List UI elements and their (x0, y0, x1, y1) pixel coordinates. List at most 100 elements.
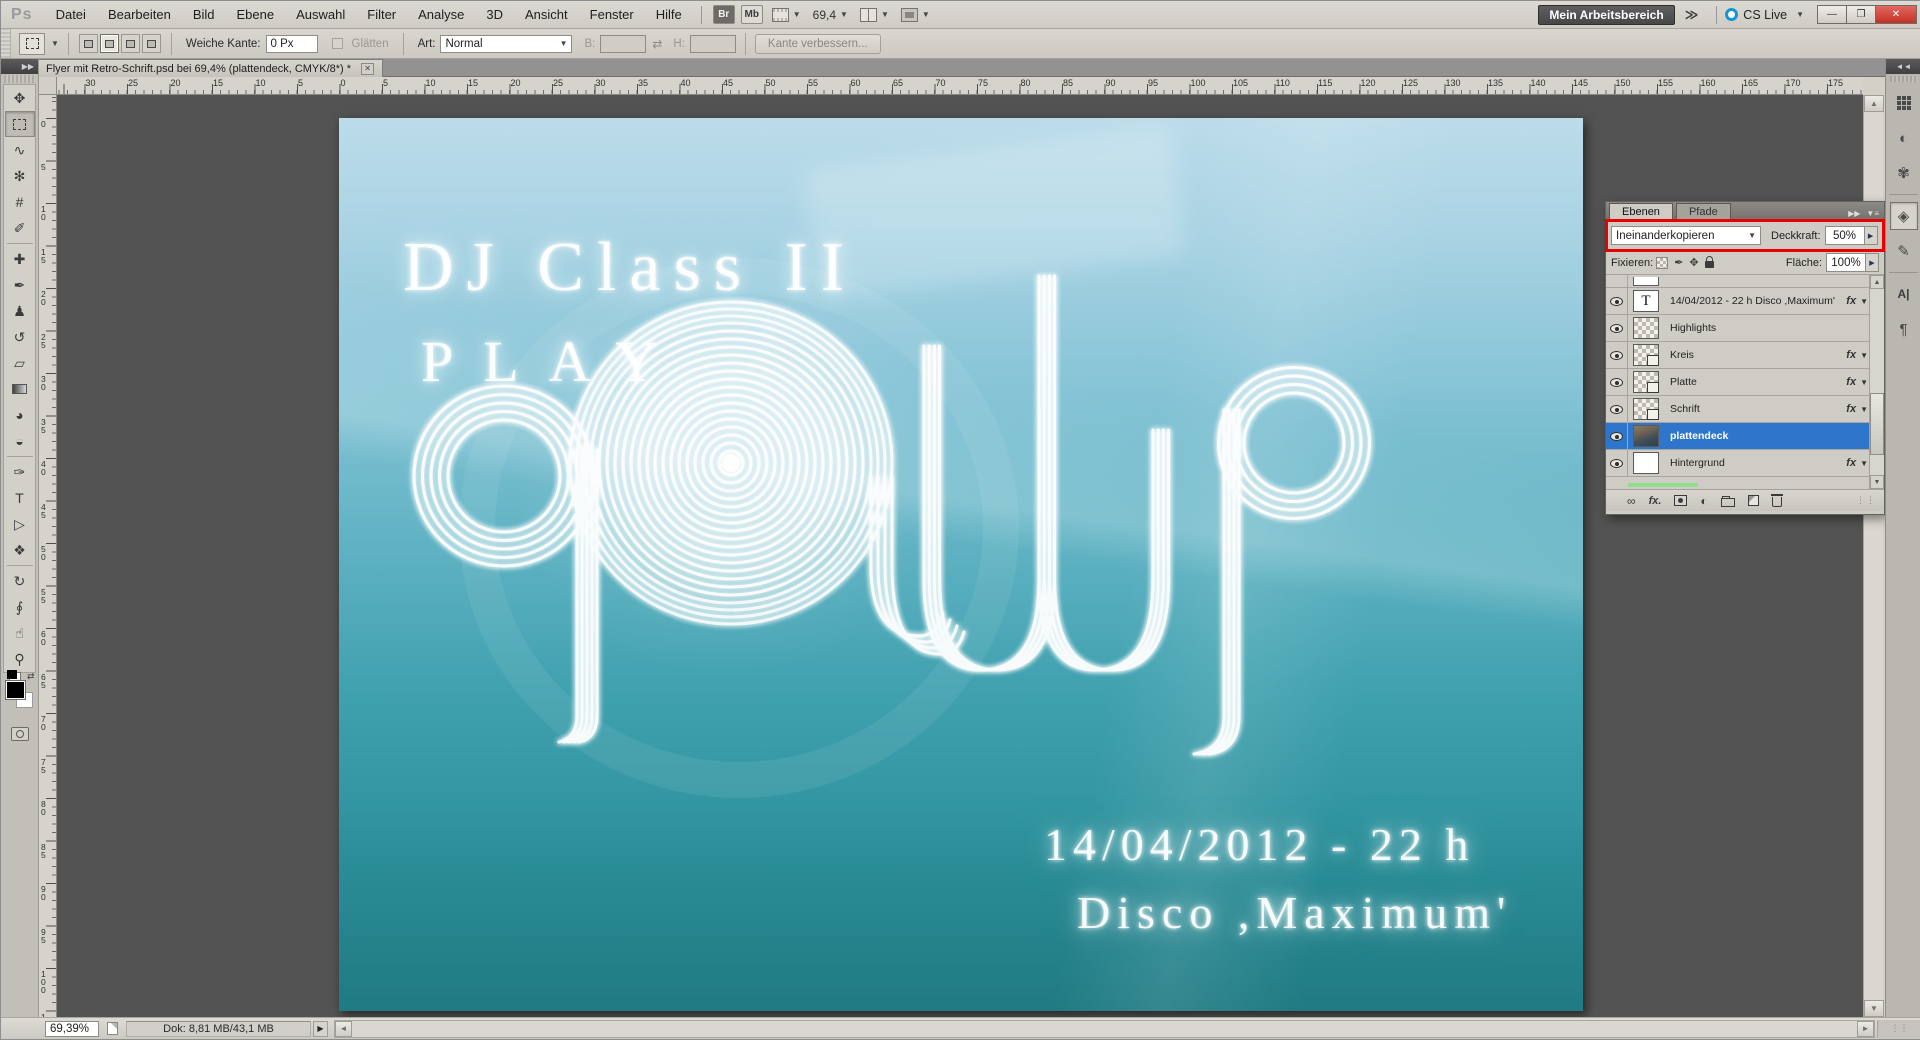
lock-transparency-icon[interactable] (1656, 257, 1668, 269)
scrollbar-thumb[interactable] (1870, 393, 1884, 455)
tool-gradient[interactable] (5, 376, 35, 402)
tool-brush[interactable]: ✒ (5, 272, 35, 298)
tool-eraser[interactable]: ▱ (5, 350, 35, 376)
fx-expand-icon[interactable]: ▼ (1860, 405, 1868, 414)
tool-healing-brush[interactable]: ✚ (5, 246, 35, 272)
layer-row-plattendeck[interactable]: plattendeck (1606, 423, 1884, 450)
tool-hand[interactable]: ☝ (5, 620, 35, 646)
layer-thumbnail[interactable] (1628, 371, 1664, 393)
scroll-up-icon[interactable]: ▲ (1864, 95, 1884, 112)
panel-menu-icon[interactable]: ▼≡ (1866, 209, 1879, 218)
layer-mask-icon[interactable] (1674, 495, 1687, 506)
fx-badge[interactable]: fx (1846, 295, 1856, 307)
layer-row-schrift[interactable]: Schriftfx▼ (1606, 396, 1884, 423)
menu-hilfe[interactable]: Hilfe (645, 3, 693, 26)
tool-lasso[interactable]: ∿ (5, 137, 35, 163)
scroll-down-icon[interactable]: ▼ (1864, 1000, 1884, 1017)
opacity-input[interactable]: 50% (1825, 226, 1865, 245)
layer-row-hintergrund[interactable]: Hintergrundfx▼ (1606, 450, 1884, 477)
visibility-toggle[interactable] (1606, 288, 1628, 314)
menu-ebene[interactable]: Ebene (226, 3, 286, 26)
panel-collapse-icon[interactable]: ▶▶ (1848, 209, 1860, 218)
menu-bearbeiten[interactable]: Bearbeiten (97, 3, 182, 26)
tool-blur[interactable]: ◕ (5, 402, 35, 428)
fill-spinner-icon[interactable]: ▶ (1866, 253, 1879, 272)
panel-icon-swatches[interactable] (1890, 89, 1918, 117)
visibility-toggle[interactable] (1606, 315, 1628, 341)
layer-row-14-04-2012-22-h-disco-maximum[interactable]: T14/04/2012 - 22 h Disco ,Maximum'fx▼ (1606, 288, 1884, 315)
tool-3d-rotate[interactable]: ↻ (5, 568, 35, 594)
panel-icon-brush-presets[interactable]: ✾ (1890, 159, 1918, 187)
layer-thumbnail[interactable] (1628, 344, 1664, 366)
layer-thumbnail[interactable] (1628, 452, 1664, 474)
refine-edge-button[interactable]: Kante verbessern... (755, 34, 881, 54)
visibility-toggle[interactable] (1606, 369, 1628, 395)
restore-button[interactable]: ❐ (1846, 5, 1876, 24)
menu-auswahl[interactable]: Auswahl (285, 3, 356, 26)
screen-mode-button[interactable]: ▼ (901, 8, 930, 22)
tab-pfade[interactable]: Pfade (1676, 203, 1731, 220)
tool-history-brush[interactable]: ↺ (5, 324, 35, 350)
scroll-down-icon[interactable]: ▼ (1870, 475, 1884, 489)
panel-icon-character[interactable]: A| (1890, 280, 1918, 308)
new-layer-icon[interactable] (1748, 495, 1759, 506)
layer-thumbnail[interactable] (1628, 425, 1664, 447)
zoom-level-control[interactable]: 69,4 ▼ (813, 8, 848, 22)
dock-grip[interactable] (1890, 76, 1917, 82)
tool-eyedropper[interactable]: ✐ (5, 215, 35, 241)
tool-clone-stamp[interactable]: ♟ (5, 298, 35, 324)
quick-mask-button[interactable] (11, 727, 29, 741)
minimize-button[interactable]: — (1817, 5, 1847, 24)
layer-thumbnail[interactable] (1628, 317, 1664, 339)
tool-direct-selection[interactable]: ▷ (5, 511, 35, 537)
visibility-toggle[interactable] (1606, 450, 1628, 476)
tool-move[interactable]: ✥ (5, 85, 35, 111)
close-button[interactable]: ✕ (1875, 5, 1917, 24)
antialias-checkbox[interactable] (332, 38, 343, 49)
zoom-level-value[interactable]: 69,4 (813, 8, 836, 22)
panel-icon-paragraph[interactable]: ¶ (1890, 315, 1918, 343)
fx-badge[interactable]: fx (1846, 349, 1856, 361)
tool-quick-selection[interactable]: ✻ (5, 163, 35, 189)
layer-thumbnail[interactable] (1628, 398, 1664, 420)
opacity-spinner-icon[interactable]: ▶ (1865, 226, 1878, 245)
lock-position-icon[interactable]: ✥ (1689, 256, 1698, 269)
layer-row-partial[interactable] (1606, 275, 1884, 288)
layer-thumbnail[interactable] (1628, 277, 1664, 286)
delete-layer-icon[interactable] (1772, 494, 1782, 507)
status-zoom-input[interactable]: 69,39% (45, 1021, 99, 1037)
layer-thumbnail[interactable]: T (1628, 290, 1664, 312)
tool-3d-orbit[interactable]: ∮ (5, 594, 35, 620)
vertical-ruler[interactable]: 051 01 52 02 53 03 54 04 55 05 56 06 57 … (39, 95, 57, 1017)
foreground-color-swatch[interactable] (6, 681, 25, 699)
tool-zoom[interactable]: ⚲ (5, 646, 35, 672)
layer-row-platte[interactable]: Plattefx▼ (1606, 369, 1884, 396)
visibility-toggle[interactable] (1606, 342, 1628, 368)
tool-type[interactable]: T (5, 485, 35, 511)
fx-badge[interactable]: fx (1846, 403, 1856, 415)
layer-group-icon[interactable] (1721, 495, 1735, 507)
feather-input[interactable]: 0 Px (266, 35, 318, 53)
scroll-left-icon[interactable]: ◄ (335, 1021, 352, 1037)
fx-expand-icon[interactable]: ▼ (1860, 459, 1868, 468)
visibility-toggle[interactable] (1606, 423, 1628, 449)
canvas[interactable]: DJ Class II PLAY 14/04/2012 - 22 h Disco… (339, 118, 1583, 1011)
blend-mode-select[interactable]: Ineinanderkopieren ▼ (1611, 226, 1761, 245)
arrange-documents-button[interactable]: ▼ (860, 8, 889, 22)
menu-analyse[interactable]: Analyse (407, 3, 475, 26)
visibility-toggle[interactable] (1606, 275, 1628, 287)
lock-all-icon[interactable] (1705, 257, 1714, 268)
window-resize-grip[interactable]: ⋮⋮ (1877, 1020, 1920, 1038)
tool-dock-collapse[interactable]: ▶▶ (1, 59, 38, 74)
horizontal-scrollbar[interactable]: ◄ ► (334, 1020, 1875, 1038)
tool-dock-grip[interactable] (4, 75, 35, 83)
tool-preset-button[interactable] (19, 33, 45, 55)
menu-fenster[interactable]: Fenster (579, 3, 645, 26)
menu-bild[interactable]: Bild (182, 3, 226, 26)
layer-row-kreis[interactable]: Kreisfx▼ (1606, 342, 1884, 369)
scroll-up-icon[interactable]: ▲ (1870, 275, 1884, 289)
fill-input[interactable]: 100% (1826, 253, 1866, 272)
fx-expand-icon[interactable]: ▼ (1860, 351, 1868, 360)
layer-style-icon[interactable]: fx. (1649, 495, 1662, 507)
panel-icon-paths[interactable]: ✎ (1890, 237, 1918, 265)
